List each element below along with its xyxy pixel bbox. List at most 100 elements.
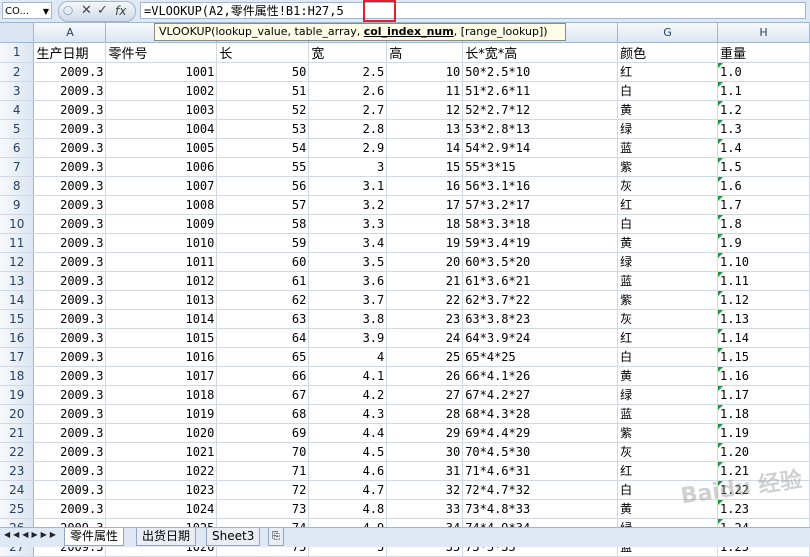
table-cell[interactable]: 70 <box>216 442 310 462</box>
table-cell[interactable]: 56 <box>216 176 310 196</box>
table-cell[interactable]: 57*3.2*17 <box>462 195 619 215</box>
table-cell[interactable]: 2009.3 <box>33 214 107 234</box>
row-header[interactable]: 19 <box>0 385 35 405</box>
row-header[interactable]: 16 <box>0 328 35 348</box>
table-cell[interactable]: 53*2.8*13 <box>462 119 619 139</box>
table-cell[interactable]: 2009.3 <box>33 119 107 139</box>
table-cell[interactable]: 2009.3 <box>33 271 107 291</box>
table-cell[interactable]: 2009.3 <box>33 252 107 272</box>
table-cell[interactable]: 70*4.5*30 <box>462 442 619 462</box>
row-header[interactable]: 18 <box>0 366 35 386</box>
table-cell[interactable]: 4.4 <box>308 423 388 443</box>
table-cell[interactable]: 58 <box>216 214 310 234</box>
table-cell[interactable]: 67*4.2*27 <box>462 385 619 405</box>
row-header[interactable]: 23 <box>0 461 35 481</box>
table-cell[interactable]: 72*4.7*32 <box>462 480 619 500</box>
table-cell[interactable]: 绿 <box>617 119 719 139</box>
table-cell[interactable]: 61 <box>216 271 310 291</box>
table-cell[interactable]: 红 <box>617 195 719 215</box>
table-cell[interactable]: 52 <box>216 100 310 120</box>
table-cell[interactable]: 2009.3 <box>33 404 107 424</box>
table-cell[interactable]: 1.0 <box>717 62 810 82</box>
table-cell[interactable]: 1021 <box>105 442 218 462</box>
table-cell[interactable]: 62*3.7*22 <box>462 290 619 310</box>
table-cell[interactable]: 1006 <box>105 157 218 177</box>
table-cell[interactable]: 1002 <box>105 81 218 101</box>
table-cell[interactable]: 1018 <box>105 385 218 405</box>
row-header[interactable]: 24 <box>0 480 35 500</box>
table-cell[interactable]: 58*3.3*18 <box>462 214 619 234</box>
cell-header-weight[interactable]: 重量 <box>717 42 810 63</box>
table-cell[interactable]: 55*3*15 <box>462 157 619 177</box>
table-cell[interactable]: 63 <box>216 309 310 329</box>
table-cell[interactable]: 1014 <box>105 309 218 329</box>
table-cell[interactable]: 1.6 <box>717 176 810 196</box>
row-header[interactable]: 7 <box>0 157 35 177</box>
table-cell[interactable]: 64*3.9*24 <box>462 328 619 348</box>
table-cell[interactable]: 65 <box>216 347 310 367</box>
table-cell[interactable]: 4.3 <box>308 404 388 424</box>
table-cell[interactable]: 1007 <box>105 176 218 196</box>
table-cell[interactable]: 1004 <box>105 119 218 139</box>
table-cell[interactable]: 50*2.5*10 <box>462 62 619 82</box>
table-cell[interactable]: 红 <box>617 461 719 481</box>
table-cell[interactable]: 29 <box>386 423 464 443</box>
row-header[interactable]: 20 <box>0 404 35 424</box>
table-cell[interactable]: 30 <box>386 442 464 462</box>
table-cell[interactable]: 1.21 <box>717 461 810 481</box>
table-cell[interactable]: 2009.3 <box>33 100 107 120</box>
table-cell[interactable]: 1.12 <box>717 290 810 310</box>
table-cell[interactable]: 黄 <box>617 366 719 386</box>
table-cell[interactable]: 23 <box>386 309 464 329</box>
table-cell[interactable]: 4.6 <box>308 461 388 481</box>
table-cell[interactable]: 1010 <box>105 233 218 253</box>
table-cell[interactable]: 1.9 <box>717 233 810 253</box>
cell-header-date[interactable]: 生产日期 <box>33 42 107 63</box>
table-cell[interactable]: 白 <box>617 347 719 367</box>
row-header[interactable]: 3 <box>0 81 35 101</box>
table-cell[interactable]: 21 <box>386 271 464 291</box>
table-cell[interactable]: 1009 <box>105 214 218 234</box>
table-cell[interactable]: 2.9 <box>308 138 388 158</box>
table-cell[interactable]: 2.5 <box>308 62 388 82</box>
table-cell[interactable]: 52*2.7*12 <box>462 100 619 120</box>
row-header[interactable]: 21 <box>0 423 35 443</box>
table-cell[interactable]: 55 <box>216 157 310 177</box>
row-header[interactable]: 15 <box>0 309 35 329</box>
row-header[interactable]: 9 <box>0 195 35 215</box>
table-cell[interactable]: 3.5 <box>308 252 388 272</box>
table-cell[interactable]: 64 <box>216 328 310 348</box>
table-cell[interactable]: 56*3.1*16 <box>462 176 619 196</box>
table-cell[interactable]: 1.1 <box>717 81 810 101</box>
table-cell[interactable]: 1.5 <box>717 157 810 177</box>
table-cell[interactable]: 2009.3 <box>33 176 107 196</box>
table-cell[interactable]: 69*4.4*29 <box>462 423 619 443</box>
tab-sheet-ship-date[interactable]: 出货日期 <box>136 528 197 546</box>
table-cell[interactable]: 2009.3 <box>33 81 107 101</box>
table-cell[interactable]: 1.8 <box>717 214 810 234</box>
chevron-down-icon[interactable]: ▼ <box>43 3 49 20</box>
table-cell[interactable]: 18 <box>386 214 464 234</box>
tab-sheet3[interactable]: Sheet3 <box>206 528 261 546</box>
table-cell[interactable]: 54*2.9*14 <box>462 138 619 158</box>
select-all-corner[interactable] <box>0 23 35 43</box>
table-cell[interactable]: 53 <box>216 119 310 139</box>
table-cell[interactable]: 1012 <box>105 271 218 291</box>
table-cell[interactable]: 1017 <box>105 366 218 386</box>
table-cell[interactable]: 31 <box>386 461 464 481</box>
table-cell[interactable]: 4.8 <box>308 499 388 519</box>
table-cell[interactable]: 24 <box>386 328 464 348</box>
table-cell[interactable]: 紫 <box>617 290 719 310</box>
table-cell[interactable]: 2009.3 <box>33 385 107 405</box>
table-cell[interactable]: 3.7 <box>308 290 388 310</box>
table-cell[interactable]: 蓝 <box>617 138 719 158</box>
table-cell[interactable]: 1011 <box>105 252 218 272</box>
table-cell[interactable]: 1001 <box>105 62 218 82</box>
table-cell[interactable]: 51*2.6*11 <box>462 81 619 101</box>
table-cell[interactable]: 1022 <box>105 461 218 481</box>
table-cell[interactable]: 13 <box>386 119 464 139</box>
row-header[interactable]: 14 <box>0 290 35 310</box>
table-cell[interactable]: 11 <box>386 81 464 101</box>
table-cell[interactable]: 50 <box>216 62 310 82</box>
table-cell[interactable]: 1.10 <box>717 252 810 272</box>
